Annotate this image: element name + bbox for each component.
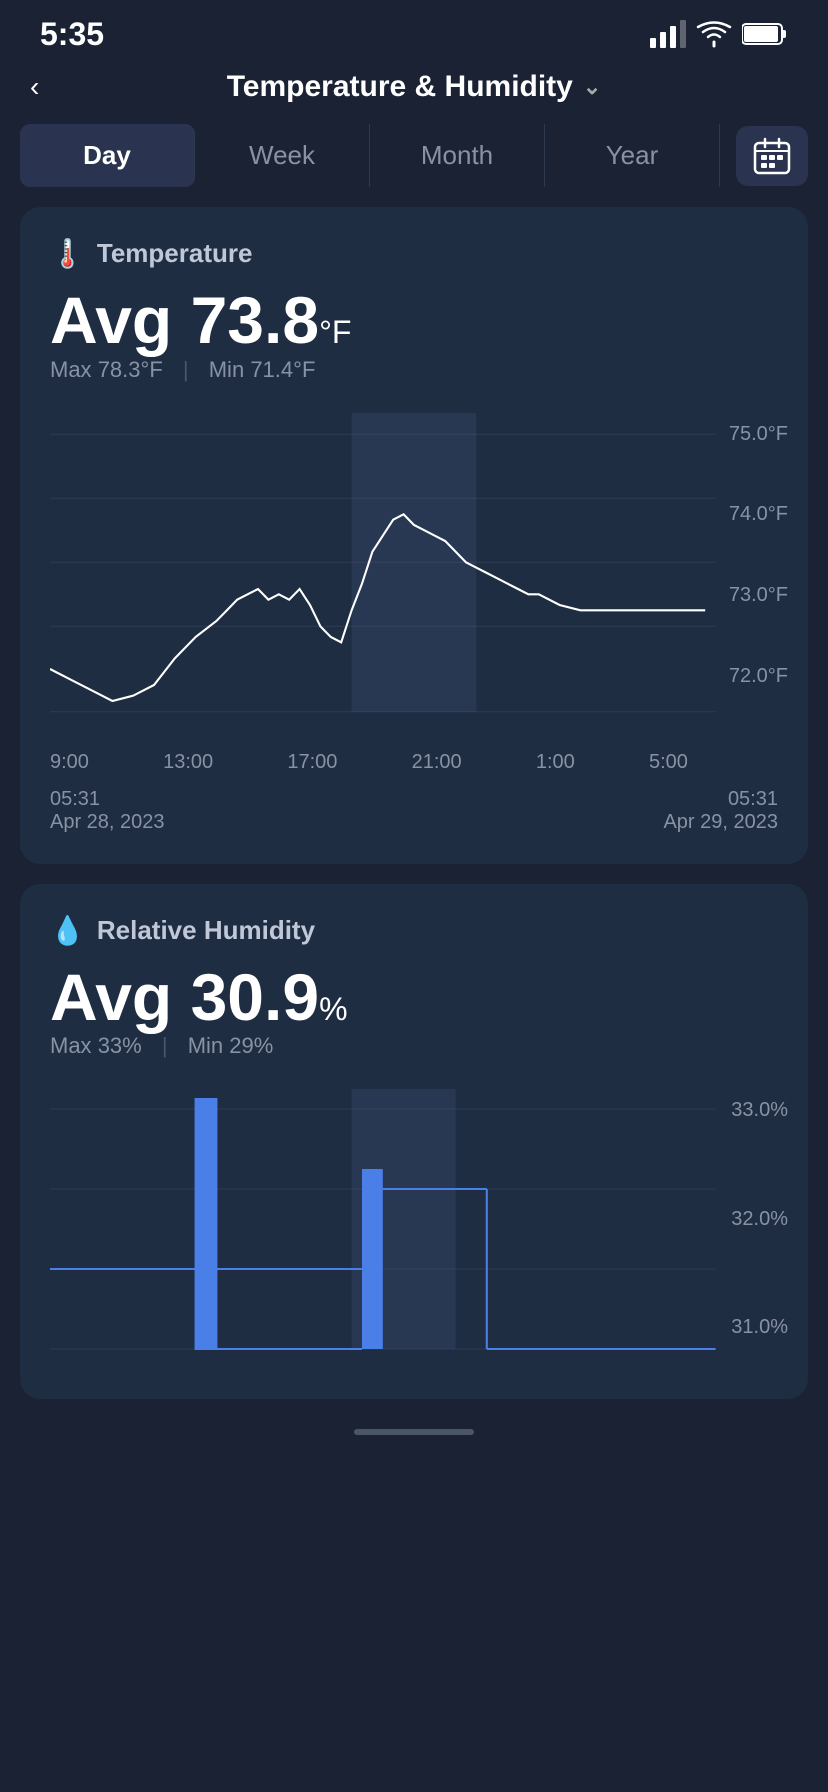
temp-avg-unit: °F [319, 314, 351, 350]
divider: | [183, 357, 189, 382]
header-title: Temperature & Humidity ⌄ [227, 70, 602, 104]
hum-y3: 31.0% [731, 1316, 788, 1339]
status-icons [650, 20, 788, 48]
humidity-card: 💧 Relative Humidity Avg 30.9% Max 33% | … [20, 884, 808, 1400]
temp-avg-value: 73.8 [191, 283, 319, 357]
hum-avg-label: Avg [50, 960, 172, 1034]
hum-card-title: Relative Humidity [97, 915, 315, 946]
temp-avg-label: Avg [50, 283, 172, 357]
hum-avg-value: 30.9 [191, 960, 319, 1034]
temp-card-header: 🌡️ Temperature [50, 237, 778, 270]
temp-max-label: Max [50, 357, 92, 382]
temp-date-right-sub: Apr 29, 2023 [663, 811, 778, 834]
temp-min-unit: °F [293, 357, 315, 382]
temp-x6: 5:00 [649, 751, 688, 774]
temp-date-right: 05:31 Apr 29, 2023 [663, 788, 778, 834]
tab-month[interactable]: Month [370, 124, 545, 187]
hum-min-unit: % [254, 1033, 274, 1058]
temp-y2: 74.0°F [729, 503, 788, 526]
temp-min-label: Min [209, 357, 244, 382]
temp-x4: 21:00 [412, 751, 462, 774]
wifi-icon [696, 20, 732, 48]
battery-icon [742, 22, 788, 46]
temp-card-title: Temperature [97, 238, 253, 269]
hum-y2: 32.0% [731, 1208, 788, 1231]
hum-min-label: Min [188, 1033, 223, 1058]
hum-card-header: 💧 Relative Humidity [50, 914, 778, 947]
temp-y1: 75.0°F [729, 423, 788, 446]
hum-min-max: Max 33% | Min 29% [50, 1033, 778, 1059]
temp-chart-area: 75.0°F 74.0°F 73.0°F 72.0°F [50, 413, 778, 733]
scroll-indicator [354, 1429, 474, 1435]
status-time: 5:35 [40, 16, 104, 53]
temp-avg-display: Avg 73.8°F [50, 284, 778, 357]
temp-max-unit: °F [141, 357, 163, 382]
hum-chart-area: 33.0% 32.0% 31.0% [50, 1089, 778, 1369]
title-text: Temperature & Humidity [227, 70, 573, 104]
dropdown-icon[interactable]: ⌄ [583, 74, 601, 100]
temp-date-left-time: 05:31 [50, 788, 165, 811]
status-bar: 5:35 [0, 0, 828, 60]
tab-bar: Day Week Month Year [0, 124, 828, 187]
droplet-icon: 💧 [50, 914, 85, 947]
temp-x2: 13:00 [163, 751, 213, 774]
calendar-button[interactable] [736, 126, 808, 186]
temp-date-right-time: 05:31 [663, 788, 778, 811]
hum-chart-svg [50, 1089, 778, 1369]
hum-avg-display: Avg 30.9% [50, 961, 778, 1034]
temp-chart-dates: 05:31 Apr 28, 2023 05:31 Apr 29, 2023 [50, 788, 778, 834]
hum-max-label: Max [50, 1033, 92, 1058]
calendar-icon [753, 137, 791, 175]
tab-year[interactable]: Year [545, 124, 720, 187]
hum-max-value: 33 [98, 1033, 122, 1058]
temp-x-axis: 9:00 13:00 17:00 21:00 1:00 5:00 [50, 741, 778, 774]
temp-x3: 17:00 [287, 751, 337, 774]
temp-x5: 1:00 [536, 751, 575, 774]
hum-y1: 33.0% [731, 1099, 788, 1122]
thermometer-icon: 🌡️ [50, 237, 85, 270]
temperature-card: 🌡️ Temperature Avg 73.8°F Max 78.3°F | M… [20, 207, 808, 864]
divider2: | [162, 1033, 168, 1058]
temp-date-left-sub: Apr 28, 2023 [50, 811, 165, 834]
hum-min-value: 29 [229, 1033, 253, 1058]
header: ‹ Temperature & Humidity ⌄ [0, 60, 828, 124]
temp-min-value: 71.4 [250, 357, 293, 382]
hum-max-unit: % [122, 1033, 142, 1058]
temp-x1: 9:00 [50, 751, 89, 774]
temp-y4: 72.0°F [729, 665, 788, 688]
temp-y3: 73.0°F [729, 584, 788, 607]
temp-min-max: Max 78.3°F | Min 71.4°F [50, 357, 778, 383]
hum-avg-unit: % [319, 991, 347, 1027]
temp-chart-svg [50, 413, 778, 733]
tab-week[interactable]: Week [195, 124, 370, 187]
back-button[interactable]: ‹ [30, 71, 39, 103]
temp-date-left: 05:31 Apr 28, 2023 [50, 788, 165, 834]
temp-max-value: 78.3 [98, 357, 141, 382]
signal-icon [650, 20, 686, 48]
tab-day[interactable]: Day [20, 124, 195, 187]
